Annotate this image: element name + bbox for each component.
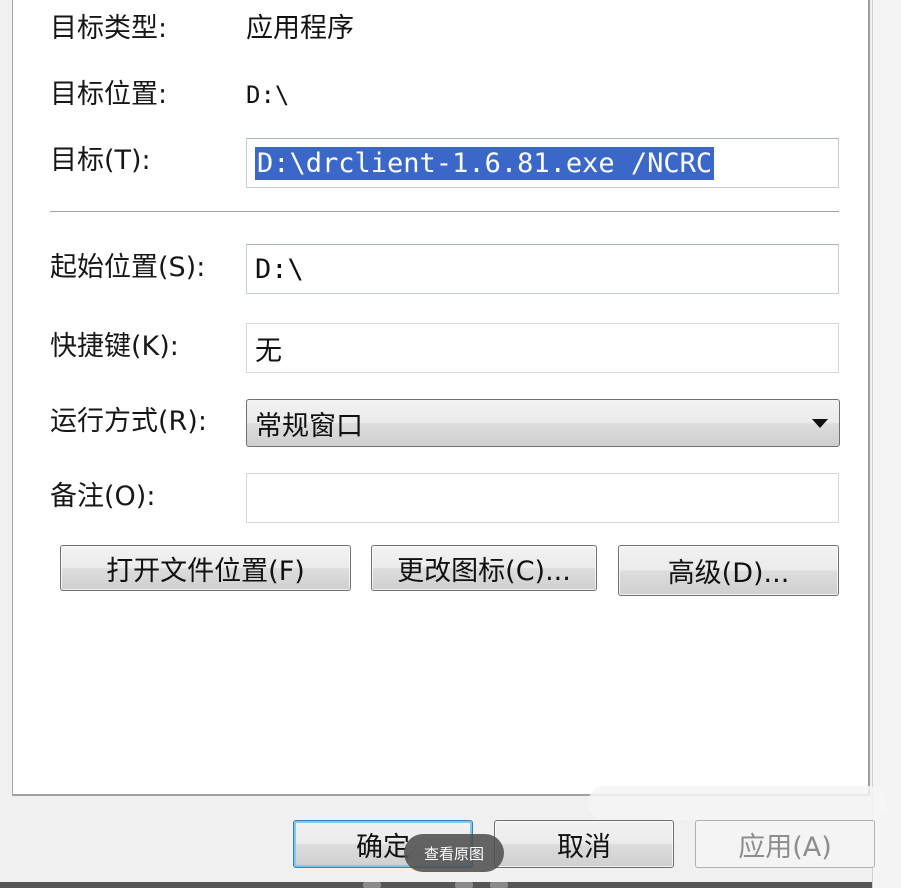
shortcut-key-field[interactable]: 无 — [246, 323, 839, 373]
taskbar-icon — [363, 882, 381, 888]
advanced-button[interactable]: 高级(D)... — [618, 545, 839, 596]
open-file-location-button[interactable]: 打开文件位置(F) — [60, 545, 351, 591]
bottom-bar — [0, 882, 872, 888]
shortcut-key-label: 快捷键(K): — [50, 331, 179, 362]
apply-button[interactable]: 应用(A) — [695, 820, 875, 868]
change-icon-button[interactable]: 更改图标(C)... — [371, 545, 597, 591]
target-location-value: D:\ — [246, 81, 290, 109]
taskbar-icon — [455, 882, 473, 888]
target-input-text: D:\drclient-1.6.81.exe /NCRC — [255, 146, 715, 180]
run-mode-value: 常规窗口 — [255, 410, 363, 442]
comment-field[interactable] — [246, 473, 839, 523]
start-in-label: 起始位置(S): — [50, 252, 206, 283]
target-location-label: 目标位置: — [50, 79, 168, 110]
start-in-input-text: D:\ — [255, 253, 304, 285]
start-in-field[interactable]: D:\ — [246, 244, 839, 294]
taskbar-icon — [490, 882, 508, 888]
target-type-label: 目标类型: — [50, 13, 168, 44]
target-label: 目标(T): — [50, 145, 151, 176]
view-original-badge[interactable]: 查看原图 — [404, 834, 504, 872]
comment-label: 备注(O): — [50, 481, 156, 512]
section-divider — [50, 211, 839, 213]
target-field[interactable]: D:\drclient-1.6.81.exe /NCRC — [246, 138, 839, 188]
run-label: 运行方式(R): — [50, 406, 207, 437]
run-mode-select[interactable]: 常规窗口 — [246, 399, 840, 447]
window-edge — [872, 0, 901, 888]
shortcut-key-input-text: 无 — [255, 335, 282, 367]
target-type-value: 应用程序 — [246, 13, 354, 44]
shortcut-properties-panel — [12, 0, 870, 796]
dropdown-arrow-icon — [812, 418, 828, 428]
watermark — [588, 786, 886, 820]
cancel-button[interactable]: 取消 — [494, 820, 674, 868]
